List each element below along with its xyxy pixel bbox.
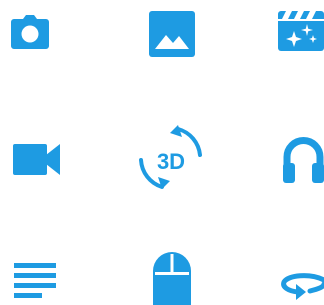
image-icon[interactable] xyxy=(149,11,195,57)
videocam-icon[interactable] xyxy=(13,144,60,175)
rotate-360-icon[interactable] xyxy=(280,273,324,305)
headphones-icon[interactable] xyxy=(283,136,324,183)
subject-text-icon[interactable] xyxy=(14,263,56,298)
mouse-icon[interactable] xyxy=(153,252,191,305)
rotate-3d-label: 3D xyxy=(157,149,185,174)
rotate-3d-icon[interactable]: 3D xyxy=(132,125,207,189)
camera-icon[interactable] xyxy=(11,11,49,49)
movie-magic-icon[interactable] xyxy=(278,11,324,51)
